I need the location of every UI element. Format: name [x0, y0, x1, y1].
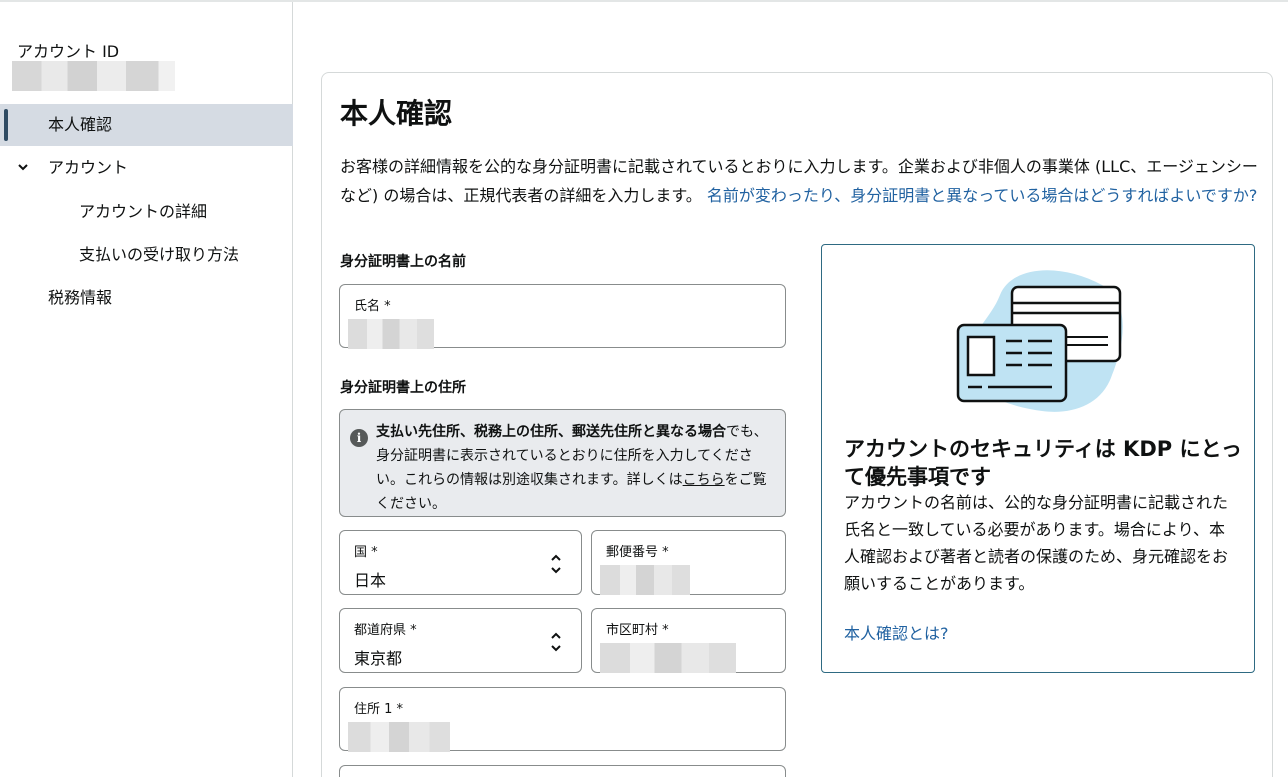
full-name-value-redacted	[348, 319, 434, 349]
alert-text: 支払い先住所、税務上の住所、郵送先住所と異なる場合でも、身分証明書に表示されてい…	[376, 420, 776, 516]
country-value: 日本	[354, 571, 387, 590]
page-description: お客様の詳細情報を公的な身分証明書に記載されているとおりに入力します。企業および…	[340, 152, 1260, 210]
sidebar-item-account-details[interactable]: アカウントの詳細	[0, 191, 293, 233]
sidebar-item-identity-verification[interactable]: 本人確認	[0, 104, 293, 146]
account-id-value-redacted	[12, 61, 175, 91]
id-card-illustration-icon	[956, 270, 1123, 412]
country-label: 国 *	[354, 545, 378, 560]
name-change-help-link[interactable]: 名前が変わったり、身分証明書と異なっている場合はどうすればよいですか?	[707, 186, 1258, 205]
security-info-title: アカウントのセキュリティは KDP にとって優先事項です	[844, 437, 1242, 489]
city-label: 市区町村 *	[606, 623, 669, 638]
alert-details-link[interactable]: こちら	[683, 472, 725, 488]
sidebar-item-account[interactable]: アカウント	[0, 147, 293, 189]
sidebar-item-label: 本人確認	[48, 115, 113, 134]
prefecture-select[interactable]: 都道府県 * 東京都	[339, 608, 582, 673]
postal-code-value-redacted	[600, 565, 690, 595]
sidebar-item-payment-method[interactable]: 支払いの受け取り方法	[0, 234, 293, 276]
security-info-box: アカウントのセキュリティは KDP にとって優先事項です アカウントの名前は、公…	[821, 244, 1255, 673]
full-name-field[interactable]: 氏名 *	[339, 284, 786, 349]
info-icon: i	[350, 429, 368, 447]
city-value-redacted	[600, 643, 736, 673]
address2-field[interactable]	[339, 765, 786, 777]
page-title: 本人確認	[340, 97, 453, 130]
sidebar: アカウント ID 本人確認 アカウント アカウントの詳細 支払いの受け取り方法 …	[0, 2, 293, 777]
address1-label: 住所 1 *	[354, 702, 404, 717]
city-field[interactable]: 市区町村 *	[591, 608, 786, 673]
select-updown-icon	[551, 632, 561, 652]
address-section-heading: 身分証明書上の住所	[340, 380, 466, 396]
sidebar-item-label: アカウントの詳細	[79, 202, 208, 221]
name-section-heading: 身分証明書上の名前	[340, 254, 466, 270]
sidebar-item-label: 支払いの受け取り方法	[79, 245, 240, 264]
prefecture-value: 東京都	[354, 649, 403, 668]
address1-value-redacted	[348, 722, 450, 752]
alert-bold-text: 支払い先住所、税務上の住所、郵送先住所と異なる場合	[376, 424, 726, 440]
country-select[interactable]: 国 * 日本	[339, 530, 582, 595]
account-id-label: アカウント ID	[17, 42, 120, 61]
security-info-body: アカウントの名前は、公的な身分証明書に記載された氏名と一致している必要があります…	[844, 493, 1229, 593]
address-info-alert: i 支払い先住所、税務上の住所、郵送先住所と異なる場合でも、身分証明書に表示され…	[339, 409, 786, 517]
prefecture-label: 都道府県 *	[354, 623, 417, 638]
sidebar-item-tax-info[interactable]: 税務情報	[0, 277, 293, 319]
full-name-label: 氏名 *	[354, 299, 391, 314]
sidebar-item-label: アカウント	[48, 158, 129, 177]
postal-code-field[interactable]: 郵便番号 *	[591, 530, 786, 595]
select-updown-icon	[551, 554, 561, 574]
what-is-identity-verification-link[interactable]: 本人確認とは?	[844, 620, 949, 644]
postal-code-label: 郵便番号 *	[606, 545, 669, 560]
address1-field[interactable]: 住所 1 *	[339, 687, 786, 752]
sidebar-item-label: 税務情報	[48, 288, 113, 307]
